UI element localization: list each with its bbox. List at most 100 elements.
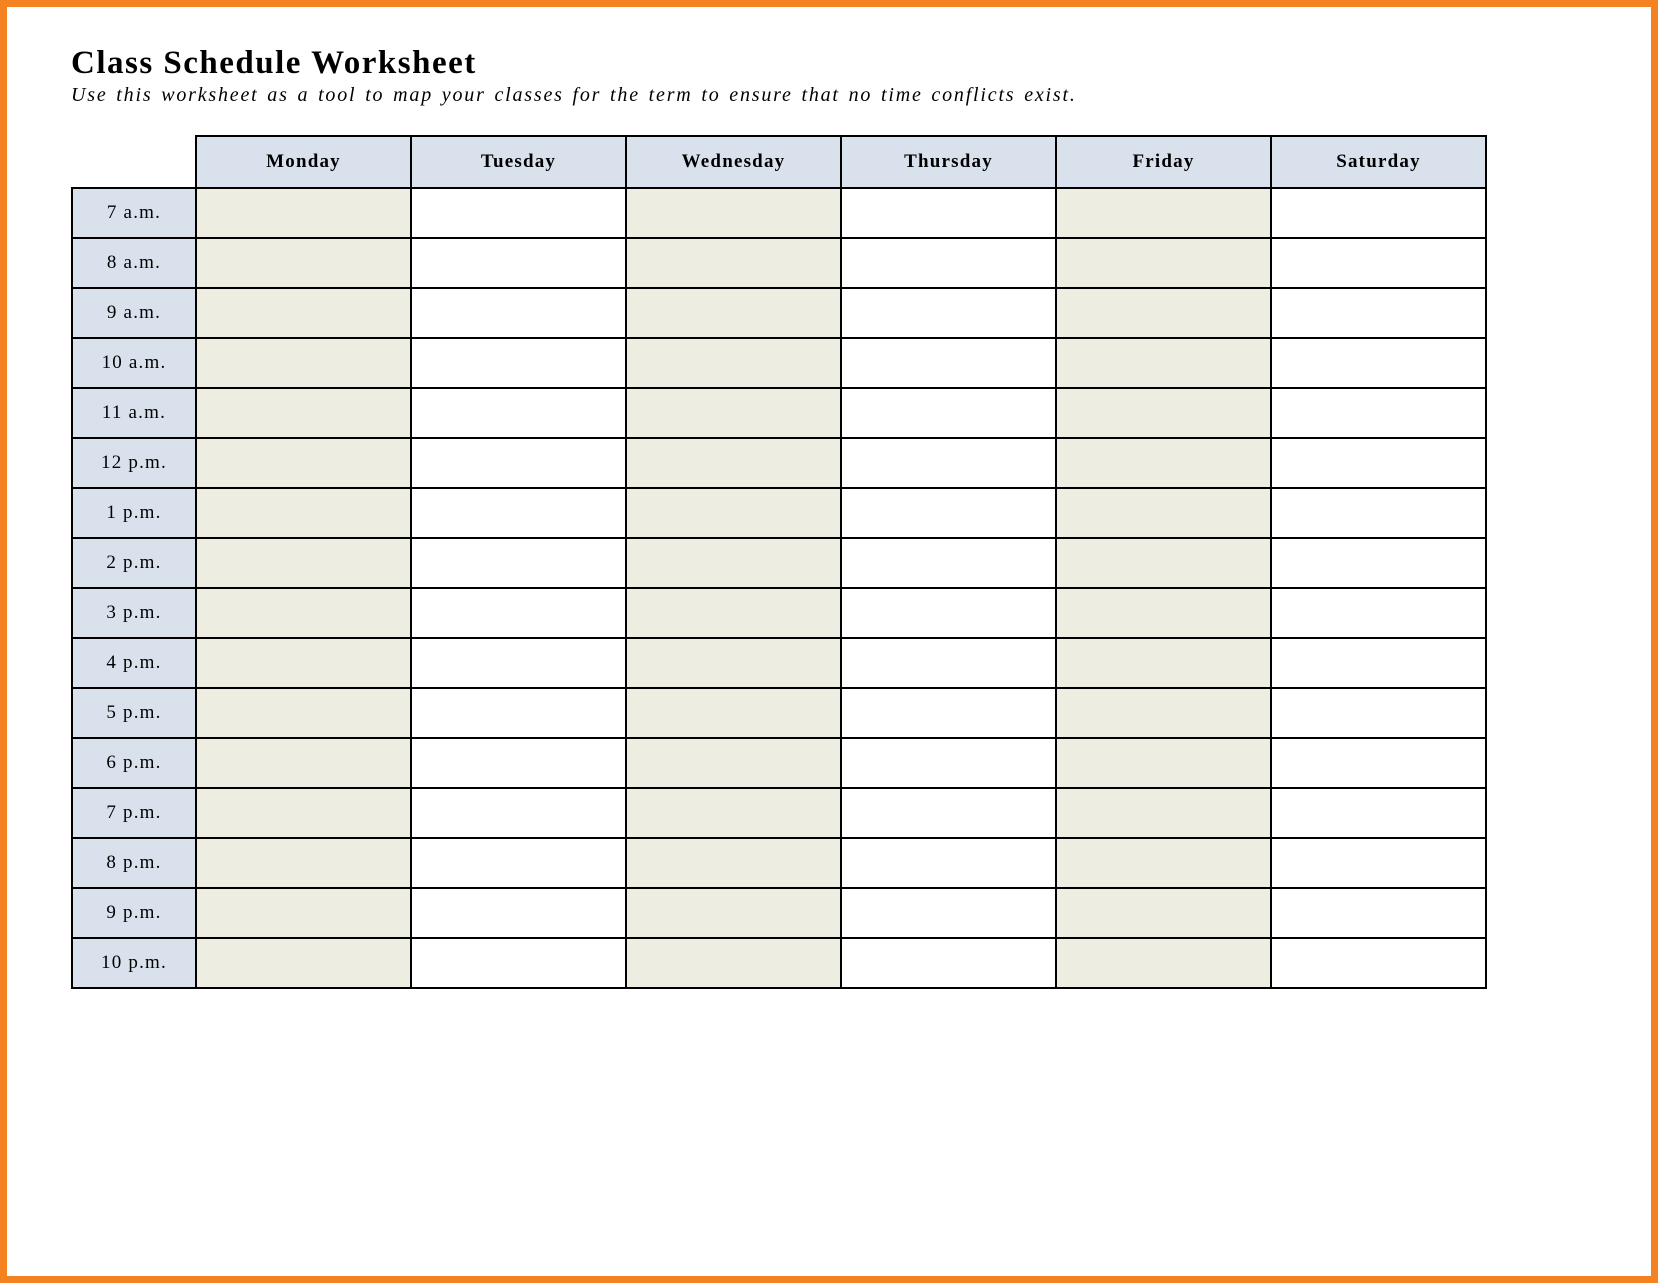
schedule-cell[interactable] bbox=[411, 338, 626, 388]
schedule-cell[interactable] bbox=[196, 338, 411, 388]
schedule-cell[interactable] bbox=[841, 688, 1056, 738]
schedule-cell[interactable] bbox=[626, 888, 841, 938]
schedule-cell[interactable] bbox=[1271, 488, 1486, 538]
schedule-cell[interactable] bbox=[841, 538, 1056, 588]
schedule-cell[interactable] bbox=[1056, 188, 1271, 238]
schedule-cell[interactable] bbox=[1056, 638, 1271, 688]
schedule-cell[interactable] bbox=[1271, 688, 1486, 738]
schedule-cell[interactable] bbox=[196, 838, 411, 888]
schedule-cell[interactable] bbox=[841, 588, 1056, 638]
schedule-cell[interactable] bbox=[1271, 938, 1486, 988]
schedule-cell[interactable] bbox=[841, 338, 1056, 388]
schedule-cell[interactable] bbox=[841, 888, 1056, 938]
schedule-cell[interactable] bbox=[1271, 188, 1486, 238]
schedule-cell[interactable] bbox=[196, 238, 411, 288]
schedule-cell[interactable] bbox=[196, 688, 411, 738]
schedule-cell[interactable] bbox=[411, 838, 626, 888]
schedule-cell[interactable] bbox=[411, 788, 626, 838]
schedule-cell[interactable] bbox=[411, 238, 626, 288]
schedule-cell[interactable] bbox=[196, 738, 411, 788]
schedule-cell[interactable] bbox=[1056, 888, 1271, 938]
schedule-cell[interactable] bbox=[411, 938, 626, 988]
schedule-cell[interactable] bbox=[841, 738, 1056, 788]
schedule-cell[interactable] bbox=[1271, 738, 1486, 788]
schedule-cell[interactable] bbox=[1056, 838, 1271, 888]
schedule-row: 4 p.m. bbox=[72, 638, 1486, 688]
schedule-cell[interactable] bbox=[1056, 938, 1271, 988]
schedule-cell[interactable] bbox=[841, 788, 1056, 838]
schedule-cell[interactable] bbox=[1271, 888, 1486, 938]
schedule-cell[interactable] bbox=[196, 538, 411, 588]
schedule-cell[interactable] bbox=[1056, 238, 1271, 288]
schedule-cell[interactable] bbox=[1271, 438, 1486, 488]
time-header: 9 p.m. bbox=[72, 888, 196, 938]
schedule-cell[interactable] bbox=[841, 388, 1056, 438]
schedule-cell[interactable] bbox=[1056, 788, 1271, 838]
schedule-cell[interactable] bbox=[411, 588, 626, 638]
schedule-cell[interactable] bbox=[1271, 288, 1486, 338]
schedule-cell[interactable] bbox=[626, 838, 841, 888]
schedule-cell[interactable] bbox=[411, 288, 626, 338]
schedule-cell[interactable] bbox=[1271, 638, 1486, 688]
schedule-cell[interactable] bbox=[411, 638, 626, 688]
schedule-cell[interactable] bbox=[1056, 438, 1271, 488]
schedule-cell[interactable] bbox=[1271, 788, 1486, 838]
schedule-cell[interactable] bbox=[841, 238, 1056, 288]
schedule-cell[interactable] bbox=[196, 888, 411, 938]
schedule-cell[interactable] bbox=[1271, 388, 1486, 438]
schedule-cell[interactable] bbox=[841, 288, 1056, 338]
schedule-cell[interactable] bbox=[626, 588, 841, 638]
schedule-cell[interactable] bbox=[196, 288, 411, 338]
schedule-cell[interactable] bbox=[1271, 338, 1486, 388]
schedule-cell[interactable] bbox=[196, 488, 411, 538]
schedule-cell[interactable] bbox=[626, 238, 841, 288]
schedule-cell[interactable] bbox=[1056, 388, 1271, 438]
schedule-cell[interactable] bbox=[196, 938, 411, 988]
schedule-cell[interactable] bbox=[411, 438, 626, 488]
schedule-cell[interactable] bbox=[1271, 588, 1486, 638]
day-header: Thursday bbox=[841, 136, 1056, 188]
schedule-cell[interactable] bbox=[1271, 538, 1486, 588]
schedule-cell[interactable] bbox=[841, 838, 1056, 888]
schedule-cell[interactable] bbox=[1056, 488, 1271, 538]
schedule-cell[interactable] bbox=[411, 488, 626, 538]
schedule-cell[interactable] bbox=[841, 638, 1056, 688]
schedule-cell[interactable] bbox=[1056, 288, 1271, 338]
day-header: Tuesday bbox=[411, 136, 626, 188]
schedule-cell[interactable] bbox=[841, 438, 1056, 488]
schedule-cell[interactable] bbox=[196, 438, 411, 488]
schedule-cell[interactable] bbox=[196, 188, 411, 238]
schedule-cell[interactable] bbox=[626, 638, 841, 688]
schedule-cell[interactable] bbox=[841, 188, 1056, 238]
schedule-cell[interactable] bbox=[626, 738, 841, 788]
schedule-cell[interactable] bbox=[626, 688, 841, 738]
schedule-cell[interactable] bbox=[411, 738, 626, 788]
schedule-cell[interactable] bbox=[1271, 838, 1486, 888]
schedule-cell[interactable] bbox=[196, 788, 411, 838]
schedule-cell[interactable] bbox=[196, 638, 411, 688]
schedule-cell[interactable] bbox=[411, 188, 626, 238]
schedule-cell[interactable] bbox=[626, 188, 841, 238]
schedule-cell[interactable] bbox=[1056, 338, 1271, 388]
schedule-cell[interactable] bbox=[626, 538, 841, 588]
schedule-cell[interactable] bbox=[626, 288, 841, 338]
schedule-cell[interactable] bbox=[1056, 688, 1271, 738]
schedule-cell[interactable] bbox=[1056, 538, 1271, 588]
schedule-cell[interactable] bbox=[626, 338, 841, 388]
schedule-cell[interactable] bbox=[1271, 238, 1486, 288]
schedule-cell[interactable] bbox=[626, 388, 841, 438]
schedule-cell[interactable] bbox=[626, 438, 841, 488]
schedule-cell[interactable] bbox=[626, 488, 841, 538]
schedule-cell[interactable] bbox=[411, 688, 626, 738]
schedule-cell[interactable] bbox=[841, 938, 1056, 988]
schedule-cell[interactable] bbox=[411, 538, 626, 588]
schedule-cell[interactable] bbox=[841, 488, 1056, 538]
schedule-cell[interactable] bbox=[196, 588, 411, 638]
schedule-cell[interactable] bbox=[1056, 588, 1271, 638]
schedule-cell[interactable] bbox=[196, 388, 411, 438]
schedule-cell[interactable] bbox=[626, 788, 841, 838]
schedule-cell[interactable] bbox=[411, 388, 626, 438]
schedule-cell[interactable] bbox=[626, 938, 841, 988]
schedule-cell[interactable] bbox=[1056, 738, 1271, 788]
schedule-cell[interactable] bbox=[411, 888, 626, 938]
